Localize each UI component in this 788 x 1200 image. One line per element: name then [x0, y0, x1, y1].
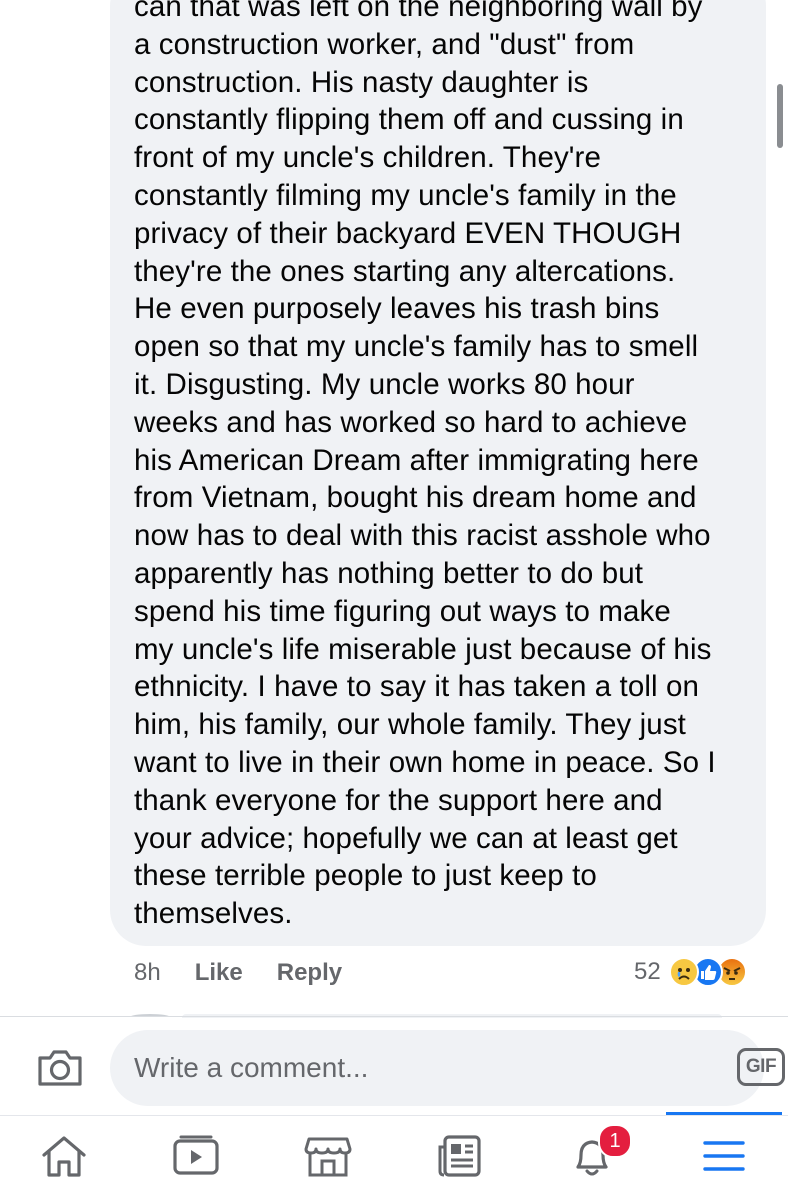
reaction-summary[interactable]: 52 [634, 954, 747, 990]
comment-line: from Vietnam, bought his dream home and [134, 481, 697, 515]
tab-notifications[interactable]: 1 [532, 1116, 652, 1200]
comment-line: He even purposely leaves his trash bins [134, 292, 660, 326]
comment-line: my uncle's life miserable just because o… [134, 632, 712, 666]
comment-timestamp: 8h [134, 959, 161, 986]
comment-screen: can that was left on the neighboring wal… [0, 0, 788, 1200]
comment-actions: 8h Like Reply [134, 958, 376, 988]
comment-line: front of my uncle's children. They're [134, 141, 601, 175]
scrollbar-thumb[interactable] [777, 84, 783, 148]
tab-marketplace[interactable] [268, 1116, 388, 1200]
composer-divider [0, 1016, 788, 1017]
home-icon [39, 1133, 89, 1184]
comment-line: your advice; hopefully we can at least g… [134, 821, 678, 855]
sad-reaction-icon [668, 957, 699, 987]
tab-menu[interactable] [664, 1116, 784, 1200]
notification-badge: 1 [598, 1124, 632, 1158]
like-button[interactable]: Like [195, 959, 243, 987]
reply-button[interactable]: Reply [277, 959, 342, 987]
comment-body: can that was left on the neighboring wal… [134, 0, 764, 933]
comment-line: his American Dream after immigrating her… [134, 443, 699, 477]
next-comment-avatar[interactable] [130, 1014, 170, 1020]
comment-line: privacy of their backyard EVEN THOUGH [134, 216, 682, 250]
news-icon [435, 1133, 485, 1184]
comment-line: spend his time figuring out ways to make [134, 594, 671, 628]
comment-line: ethnicity. I have to say it has taken a … [134, 670, 699, 704]
comment-line: now has to deal with this racist asshole… [134, 519, 711, 553]
comment-line: construction. His nasty daughter is [134, 65, 589, 99]
comment-line: constantly filming my uncle's family in … [134, 178, 677, 212]
comment-line: these terrible people to just keep to [134, 859, 597, 893]
comment-line: weeks and has worked so hard to achieve [134, 405, 688, 439]
active-tab-indicator [666, 1112, 782, 1115]
tab-news[interactable] [400, 1116, 520, 1200]
tab-video[interactable] [136, 1116, 256, 1200]
tab-home[interactable] [4, 1116, 124, 1200]
reaction-count: 52 [634, 958, 661, 985]
comment-line: open so that my uncle's family has to sm… [134, 330, 699, 364]
comment-line: they're the ones starting any altercatio… [134, 254, 676, 288]
comment-line: can that was left on the neighboring wal… [134, 0, 703, 23]
comment-input-box[interactable]: GIF [110, 1030, 785, 1106]
comment-input[interactable] [134, 1052, 604, 1084]
video-icon [171, 1133, 221, 1184]
comment-line: thank everyone for the support here and [134, 783, 663, 817]
comment-line: want to live in their own home in peace.… [134, 745, 716, 779]
camera-icon[interactable] [36, 1048, 84, 1088]
gif-button[interactable]: GIF [737, 1048, 785, 1086]
bottom-tab-bar: 1 [0, 1116, 788, 1200]
menu-icon [699, 1133, 749, 1184]
comment-line: themselves. [134, 897, 293, 931]
marketplace-icon [303, 1133, 353, 1184]
comment-line: him, his family, our whole family. They … [134, 708, 686, 742]
comment-composer: GIF [0, 1030, 788, 1106]
comment-line: apparently has nothing better to do but [134, 556, 644, 590]
comment-line: a construction worker, and "dust" from [134, 27, 635, 61]
comment-line: it. Disgusting. My uncle works 80 hour [134, 367, 635, 401]
comment-line: constantly flipping them off and cussing… [134, 103, 684, 137]
